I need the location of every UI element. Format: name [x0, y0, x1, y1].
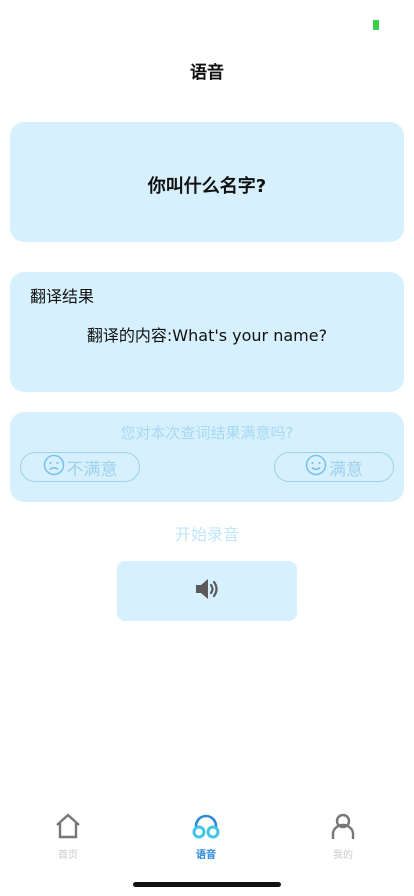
- speaker-icon: [192, 574, 222, 608]
- tab-me-label: 我的: [333, 850, 353, 861]
- tab-voice[interactable]: 语音: [166, 812, 246, 868]
- battery-icon: [373, 20, 379, 30]
- satisfied-button[interactable]: 满意: [274, 452, 394, 482]
- tab-bar: 首页 语音 我的: [0, 812, 414, 872]
- tab-home[interactable]: 首页: [28, 812, 108, 868]
- unsatisfied-button[interactable]: 不满意: [20, 452, 140, 482]
- page-title: 语音: [190, 63, 224, 83]
- result-card: 翻译结果 翻译的内容:What's your name?: [10, 272, 404, 392]
- tab-me[interactable]: 我的: [303, 812, 383, 868]
- smile-face-icon: [305, 454, 329, 481]
- voice-page: 语音 你叫什么名字? 翻译结果 翻译的内容:What's your name? …: [0, 0, 414, 896]
- tab-home-label: 首页: [58, 850, 78, 861]
- unsatisfied-label: 不满意: [66, 459, 118, 480]
- record-hint[interactable]: 开始录音: [0, 521, 414, 545]
- satisfied-label: 满意: [329, 459, 363, 480]
- sad-face-icon: [43, 454, 67, 481]
- headphones-icon: [191, 812, 221, 844]
- home-icon: [53, 812, 83, 844]
- phrase-text: 你叫什么名字?: [147, 176, 267, 197]
- speaker-button[interactable]: [117, 561, 297, 621]
- tab-voice-label: 语音: [196, 850, 216, 861]
- result-title: 翻译结果: [30, 287, 95, 306]
- feedback-card: 您对本次查词结果满意吗? 不满意 满意: [10, 412, 404, 502]
- home-indicator: [133, 882, 281, 887]
- feedback-question: 您对本次查词结果满意吗?: [120, 424, 294, 442]
- phrase-card: 你叫什么名字?: [10, 122, 404, 242]
- result-content: 翻译的内容:What's your name?: [86, 326, 328, 345]
- user-icon: [328, 812, 358, 844]
